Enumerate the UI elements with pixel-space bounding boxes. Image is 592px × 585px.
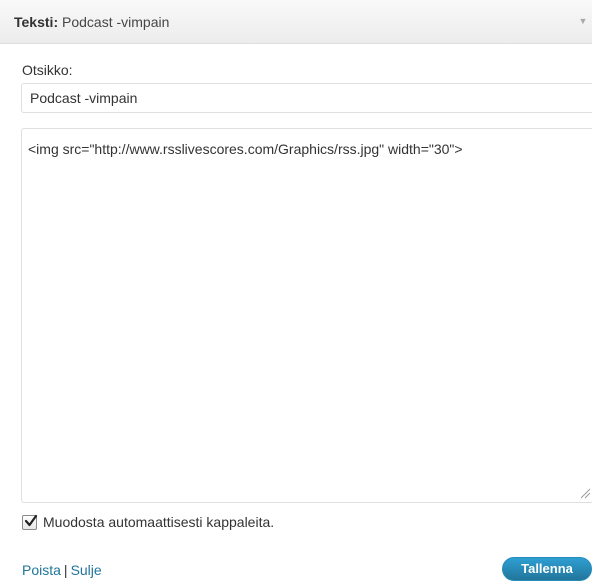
link-separator: |	[63, 562, 68, 578]
text-content-textarea[interactable]: <img src="http://www.rsslivescores.com/G…	[21, 128, 592, 503]
checkmark-icon	[24, 514, 38, 526]
title-field-label: Otsikko:	[22, 62, 73, 78]
widget-header[interactable]: Teksti: Podcast -vimpain ▼	[0, 0, 592, 44]
auto-paragraph-checkbox[interactable]	[22, 514, 38, 530]
widget-title: Teksti: Podcast -vimpain	[14, 13, 169, 31]
widget-instance-name: Podcast -vimpain	[58, 14, 170, 30]
triangle-down-icon[interactable]: ▼	[576, 14, 590, 28]
save-button[interactable]: Tallenna	[502, 557, 592, 581]
widget-type-label: Teksti	[14, 14, 54, 30]
auto-paragraph-option: Muodosta automaattisesti kappaleita.	[22, 512, 274, 532]
title-input[interactable]	[21, 83, 592, 113]
delete-link[interactable]: Poista	[22, 562, 61, 578]
text-widget: Teksti: Podcast -vimpain ▼ Otsikko: <img…	[0, 0, 592, 585]
widget-control-links: Poista | Sulje	[22, 561, 102, 579]
resize-handle-icon[interactable]	[578, 484, 592, 500]
auto-paragraph-label[interactable]: Muodosta automaattisesti kappaleita.	[43, 513, 274, 531]
close-link[interactable]: Sulje	[71, 562, 102, 578]
